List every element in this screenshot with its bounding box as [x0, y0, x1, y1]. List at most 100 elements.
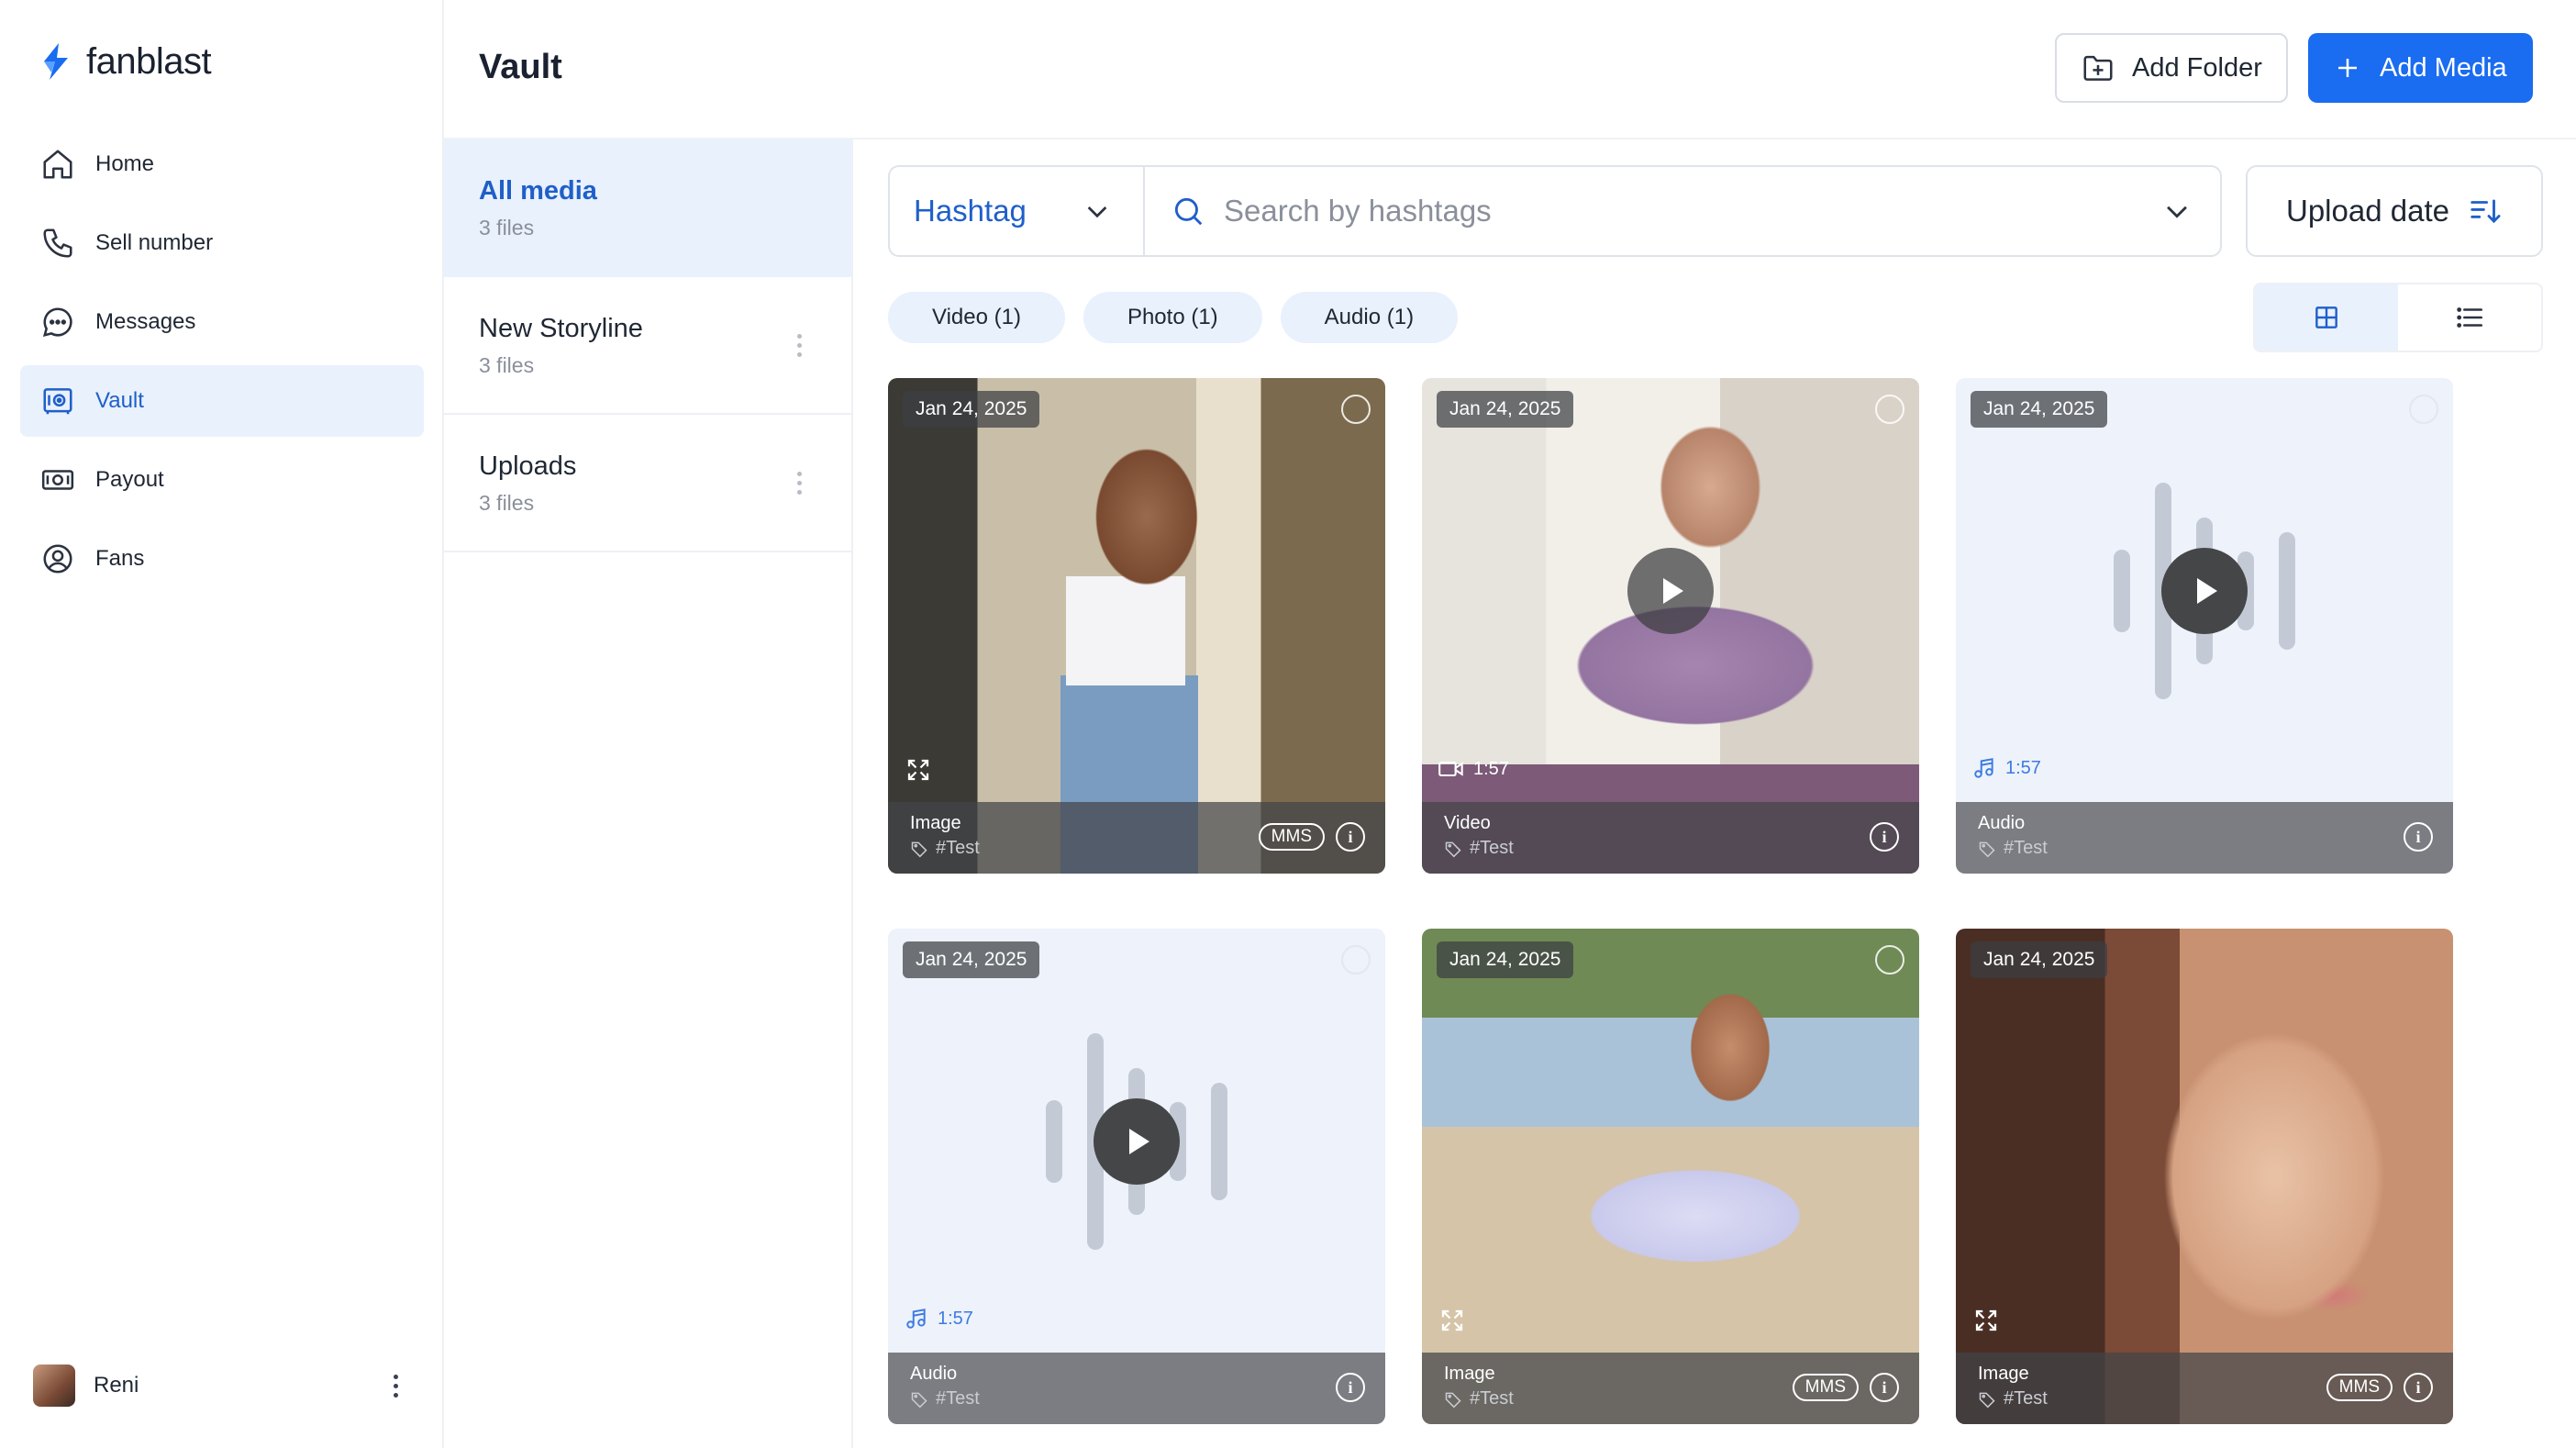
media-actions: i [2404, 822, 2433, 852]
media-date: Jan 24, 2025 [1971, 941, 2108, 978]
filter-type-select[interactable]: Hashtag [890, 167, 1145, 255]
sidebar-nav: Home Sell number Messages Vault Payout F… [20, 128, 424, 602]
sidebar-item-fans[interactable]: Fans [20, 523, 424, 595]
media-info-bar: Image #Test MMS i [1956, 1353, 2453, 1424]
sidebar-item-vault[interactable]: Vault [20, 365, 424, 437]
list-icon [2457, 307, 2483, 328]
media-thumbnail [1422, 929, 1919, 1424]
folder-list: All media 3 files New Storyline 3 files … [444, 139, 853, 1448]
chip-audio[interactable]: Audio (1) [1280, 292, 1459, 343]
vault-icon [43, 388, 72, 415]
media-card-audio[interactable]: Jan 24, 2025 1:57 Audio #Test i [1956, 378, 2453, 874]
mms-badge: MMS [1258, 823, 1325, 851]
search-box [1145, 167, 2220, 255]
mms-badge: MMS [1792, 1374, 1859, 1401]
tag-icon [1979, 1392, 1995, 1408]
folder-plus-icon [2083, 55, 2113, 81]
select-checkbox[interactable] [2409, 395, 2438, 424]
grid-view-button[interactable] [2255, 284, 2398, 351]
music-note-icon [1974, 758, 1993, 778]
info-icon[interactable]: i [1336, 1373, 1365, 1402]
hashtag-text: #Test [1470, 1388, 1514, 1409]
info-icon[interactable]: i [1870, 1373, 1899, 1402]
sidebar-item-sell-number[interactable]: Sell number [20, 207, 424, 279]
sidebar-item-payout[interactable]: Payout [20, 444, 424, 516]
info-icon[interactable]: i [1870, 822, 1899, 852]
media-type: Video [1444, 813, 1491, 833]
media-thumbnail [888, 378, 1385, 874]
media-info-bar: Audio #Test i [888, 1353, 1385, 1424]
hashtag-text: #Test [1470, 838, 1514, 858]
media-date: Jan 24, 2025 [1437, 941, 1574, 978]
info-icon[interactable]: i [1336, 822, 1365, 852]
select-checkbox[interactable] [1875, 945, 1904, 975]
sort-button[interactable]: Upload date [2246, 165, 2543, 257]
user-menu-icon[interactable] [382, 1365, 409, 1406]
sidebar-item-label: Sell number [95, 230, 214, 255]
info-icon[interactable]: i [2404, 822, 2433, 852]
sidebar-item-home[interactable]: Home [20, 128, 424, 200]
fanblast-logo-icon [44, 43, 68, 80]
media-type-chips: Video (1) Photo (1) Audio (1) [888, 292, 1459, 343]
list-view-button[interactable] [2398, 284, 2541, 351]
chip-photo[interactable]: Photo (1) [1083, 292, 1262, 343]
sidebar-item-messages[interactable]: Messages [20, 286, 424, 358]
search-filter-bar: Hashtag [888, 165, 2222, 257]
media-date: Jan 24, 2025 [903, 941, 1040, 978]
media-card-audio[interactable]: Jan 24, 2025 1:57 Audio #Test i [888, 929, 1385, 1424]
music-note-icon [906, 1309, 926, 1329]
search-icon [1174, 197, 1203, 226]
folder-menu-icon[interactable] [785, 325, 813, 365]
folder-count: 3 files [479, 216, 535, 239]
hashtag-text: #Test [936, 1388, 980, 1409]
play-button[interactable] [2161, 548, 2248, 635]
info-icon[interactable]: i [2404, 1373, 2433, 1402]
media-card-image[interactable]: Jan 24, 2025 Image #Test MMS i [1422, 929, 1919, 1424]
sidebar-item-label: Vault [95, 388, 144, 413]
media-card-image[interactable]: Jan 24, 2025 Image #Test MMS i [888, 378, 1385, 874]
tag-icon [1979, 841, 1995, 857]
folder-new-storyline[interactable]: New Storyline 3 files [444, 277, 851, 415]
expand-icon[interactable] [1972, 1307, 2000, 1334]
expand-icon[interactable] [1438, 1307, 1466, 1334]
add-folder-button[interactable]: Add Folder [2055, 33, 2288, 103]
view-toggle [2253, 283, 2543, 352]
hashtag-text: #Test [2004, 1388, 2048, 1409]
sidebar: fanblast Home Sell number Messages Vault… [0, 0, 444, 1448]
media-card-image[interactable]: Jan 24, 2025 Image #Test MMS i [1956, 929, 2453, 1424]
sidebar-item-label: Home [95, 151, 155, 176]
duration-text: 1:57 [938, 1308, 973, 1329]
sidebar-item-label: Messages [95, 309, 196, 334]
chevron-down-icon[interactable] [2161, 195, 2193, 227]
sidebar-item-label: Payout [95, 467, 164, 492]
folder-menu-icon[interactable] [785, 462, 813, 503]
add-media-button[interactable]: Add Media [2308, 33, 2533, 103]
video-camera-icon [1438, 761, 1463, 777]
folder-uploads[interactable]: Uploads 3 files [444, 415, 851, 552]
media-date: Jan 24, 2025 [1971, 391, 2108, 428]
phone-icon [43, 228, 72, 258]
app-logo[interactable]: fanblast [37, 39, 212, 84]
media-card-video[interactable]: Jan 24, 2025 1:57 Video #Test i [1422, 378, 1919, 874]
select-checkbox[interactable] [1341, 395, 1371, 424]
folder-all-media[interactable]: All media 3 files [444, 139, 851, 277]
expand-icon[interactable] [905, 756, 932, 784]
user-name: Reni [94, 1373, 139, 1398]
user-profile[interactable]: Reni [33, 1360, 409, 1411]
money-icon [41, 470, 74, 490]
select-checkbox[interactable] [1341, 945, 1371, 975]
tag-icon [1445, 1392, 1461, 1408]
app-name: fanblast [86, 40, 212, 82]
play-button[interactable] [1094, 1098, 1180, 1186]
select-checkbox[interactable] [1875, 395, 1904, 424]
media-info-bar: Video #Test i [1422, 802, 1919, 874]
hashtag-text: #Test [936, 838, 980, 858]
search-input[interactable] [1224, 194, 2143, 228]
media-duration: 1:57 [1438, 758, 1509, 780]
play-button[interactable] [1627, 548, 1714, 635]
home-icon [43, 150, 72, 179]
media-duration: 1:57 [905, 1307, 973, 1331]
sort-label: Upload date [2286, 194, 2449, 228]
media-duration: 1:57 [1972, 756, 2041, 780]
chip-video[interactable]: Video (1) [888, 292, 1065, 343]
